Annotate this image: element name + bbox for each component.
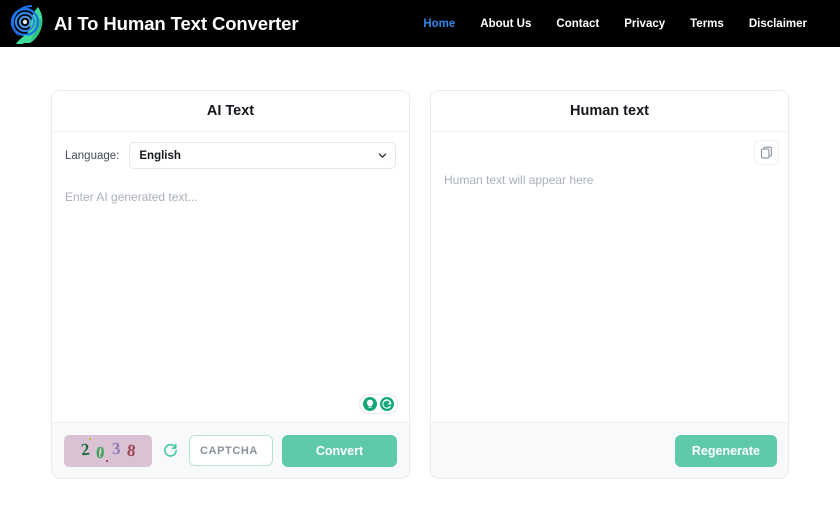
copy-button[interactable]: [754, 140, 779, 165]
ai-text-card-header: AI Text: [52, 91, 409, 132]
chevron-down-icon: [378, 151, 387, 160]
brain-head-logo-icon: [8, 3, 46, 45]
nav-link-terms[interactable]: Terms: [690, 18, 724, 30]
ai-text-title: AI Text: [207, 103, 254, 119]
brand-title: AI To Human Text Converter: [54, 13, 298, 35]
language-row: Language: English: [52, 132, 409, 169]
copy-icon: [760, 146, 773, 159]
captcha-refresh-button[interactable]: [161, 441, 180, 460]
human-text-title: Human text: [570, 103, 649, 119]
grammarly-icon[interactable]: [380, 397, 394, 411]
language-select[interactable]: English: [129, 142, 396, 169]
nav-link-home[interactable]: Home: [423, 18, 455, 30]
human-text-card-header: Human text: [431, 91, 788, 132]
captcha-digit: 3: [111, 440, 120, 457]
brand[interactable]: AI To Human Text Converter: [8, 3, 298, 45]
captcha-noise-dot: [89, 438, 91, 440]
language-select-value: English: [139, 150, 181, 162]
top-navbar: AI To Human Text Converter Home About Us…: [0, 0, 840, 47]
nav-link-disclaimer[interactable]: Disclaimer: [749, 18, 807, 30]
ai-text-card-body: Language: English Enter AI generated tex…: [52, 132, 409, 422]
regenerate-button[interactable]: Regenerate: [675, 435, 777, 467]
captcha-noise-dot: [106, 460, 108, 462]
captcha-digit: 8: [126, 442, 136, 460]
nav-link-privacy[interactable]: Privacy: [624, 18, 665, 30]
human-text-card: Human text Human text will appear here R…: [430, 90, 789, 479]
copy-row: [431, 132, 788, 165]
main-content: AI Text Language: English Enter AI gener…: [0, 47, 840, 479]
captcha-digit: 2: [80, 441, 90, 459]
nav-links: Home About Us Contact Privacy Terms Disc…: [423, 18, 824, 30]
human-text-output-placeholder[interactable]: Human text will appear here: [431, 165, 788, 187]
captcha-digit: 0: [95, 444, 105, 462]
nav-link-contact[interactable]: Contact: [556, 18, 599, 30]
captcha-input[interactable]: [189, 435, 273, 466]
captcha-image[interactable]: 2 0 3 8: [64, 435, 152, 467]
lightbulb-icon[interactable]: [363, 397, 377, 411]
convert-button[interactable]: Convert: [282, 435, 397, 467]
ai-text-input-placeholder[interactable]: Enter AI generated text...: [52, 169, 409, 204]
refresh-icon: [162, 442, 179, 459]
ai-text-card: AI Text Language: English Enter AI gener…: [51, 90, 410, 479]
nav-link-about-us[interactable]: About Us: [480, 18, 531, 30]
human-text-card-footer: Regenerate: [431, 422, 788, 478]
ai-text-card-footer: 2 0 3 8 Convert: [52, 422, 409, 478]
language-label: Language:: [65, 150, 119, 162]
writing-assistant-widget[interactable]: [359, 394, 398, 414]
human-text-card-body: Human text will appear here: [431, 132, 788, 422]
